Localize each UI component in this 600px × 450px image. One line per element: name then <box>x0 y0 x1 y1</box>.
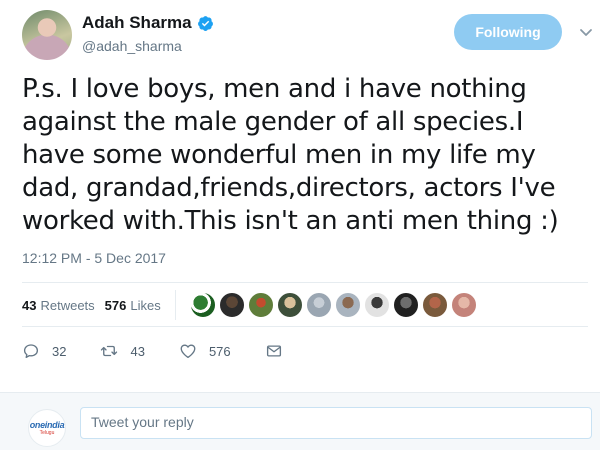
divider-top <box>22 282 588 283</box>
retweets-label: Retweets <box>40 297 95 313</box>
chevron-down-icon[interactable] <box>578 24 594 40</box>
name-row: Adah Sharma <box>82 13 214 33</box>
reply-action[interactable]: 32 <box>22 342 66 360</box>
liker-avatar[interactable] <box>277 292 303 318</box>
likes-stat[interactable]: 576 Likes <box>105 298 161 313</box>
current-user-avatar[interactable]: oneindia Telugu <box>28 409 66 447</box>
following-button[interactable]: Following <box>454 14 562 50</box>
liker-avatar[interactable] <box>219 292 245 318</box>
tweet-text: P.s. I love boys, men and i have nothing… <box>22 74 559 236</box>
user-name[interactable]: Adah Sharma <box>82 13 192 33</box>
direct-message-action[interactable] <box>265 342 295 360</box>
tweet-header: Adah Sharma @adah_sharma Following <box>22 10 592 60</box>
liker-avatar[interactable] <box>451 292 477 318</box>
liker-avatar[interactable] <box>422 292 448 318</box>
tweet-stats: 43 Retweets 576 Likes <box>22 290 186 320</box>
retweet-action[interactable]: 43 <box>100 342 145 360</box>
liker-avatar[interactable] <box>393 292 419 318</box>
liker-avatar[interactable] <box>335 292 361 318</box>
like-count: 576 <box>208 343 231 359</box>
liker-avatar[interactable] <box>190 292 216 318</box>
retweets-count: 43 <box>22 297 37 313</box>
likers-avatars <box>190 292 480 318</box>
reply-composer: oneindia Telugu Tweet your reply <box>0 392 600 450</box>
likes-count: 576 <box>104 297 127 313</box>
retweet-count: 43 <box>130 343 145 359</box>
avatar-brand-sub: Telugu <box>39 430 55 436</box>
retweets-stat[interactable]: 43 Retweets <box>22 298 95 313</box>
divider-bottom <box>22 326 588 327</box>
user-handle[interactable]: @adah_sharma <box>82 38 182 54</box>
likes-label: Likes <box>130 297 161 313</box>
reply-input[interactable]: Tweet your reply <box>80 407 592 439</box>
liker-avatar[interactable] <box>306 292 332 318</box>
liker-avatar[interactable] <box>364 292 390 318</box>
verified-badge-icon <box>197 15 213 31</box>
tweet-actions: 32 43 576 <box>22 342 329 360</box>
stats-separator <box>174 290 176 320</box>
avatar-brand-text: oneindia <box>29 420 65 430</box>
like-action[interactable]: 576 <box>179 342 231 360</box>
envelope-icon <box>266 345 281 357</box>
liker-avatar[interactable] <box>248 292 274 318</box>
user-avatar[interactable] <box>22 10 72 60</box>
heart-icon <box>180 344 196 359</box>
retweet-icon <box>101 345 118 357</box>
tweet-timestamp[interactable]: 12:12 PM - 5 Dec 2017 <box>22 250 166 266</box>
reply-count: 32 <box>52 343 67 359</box>
reply-icon <box>23 344 39 359</box>
